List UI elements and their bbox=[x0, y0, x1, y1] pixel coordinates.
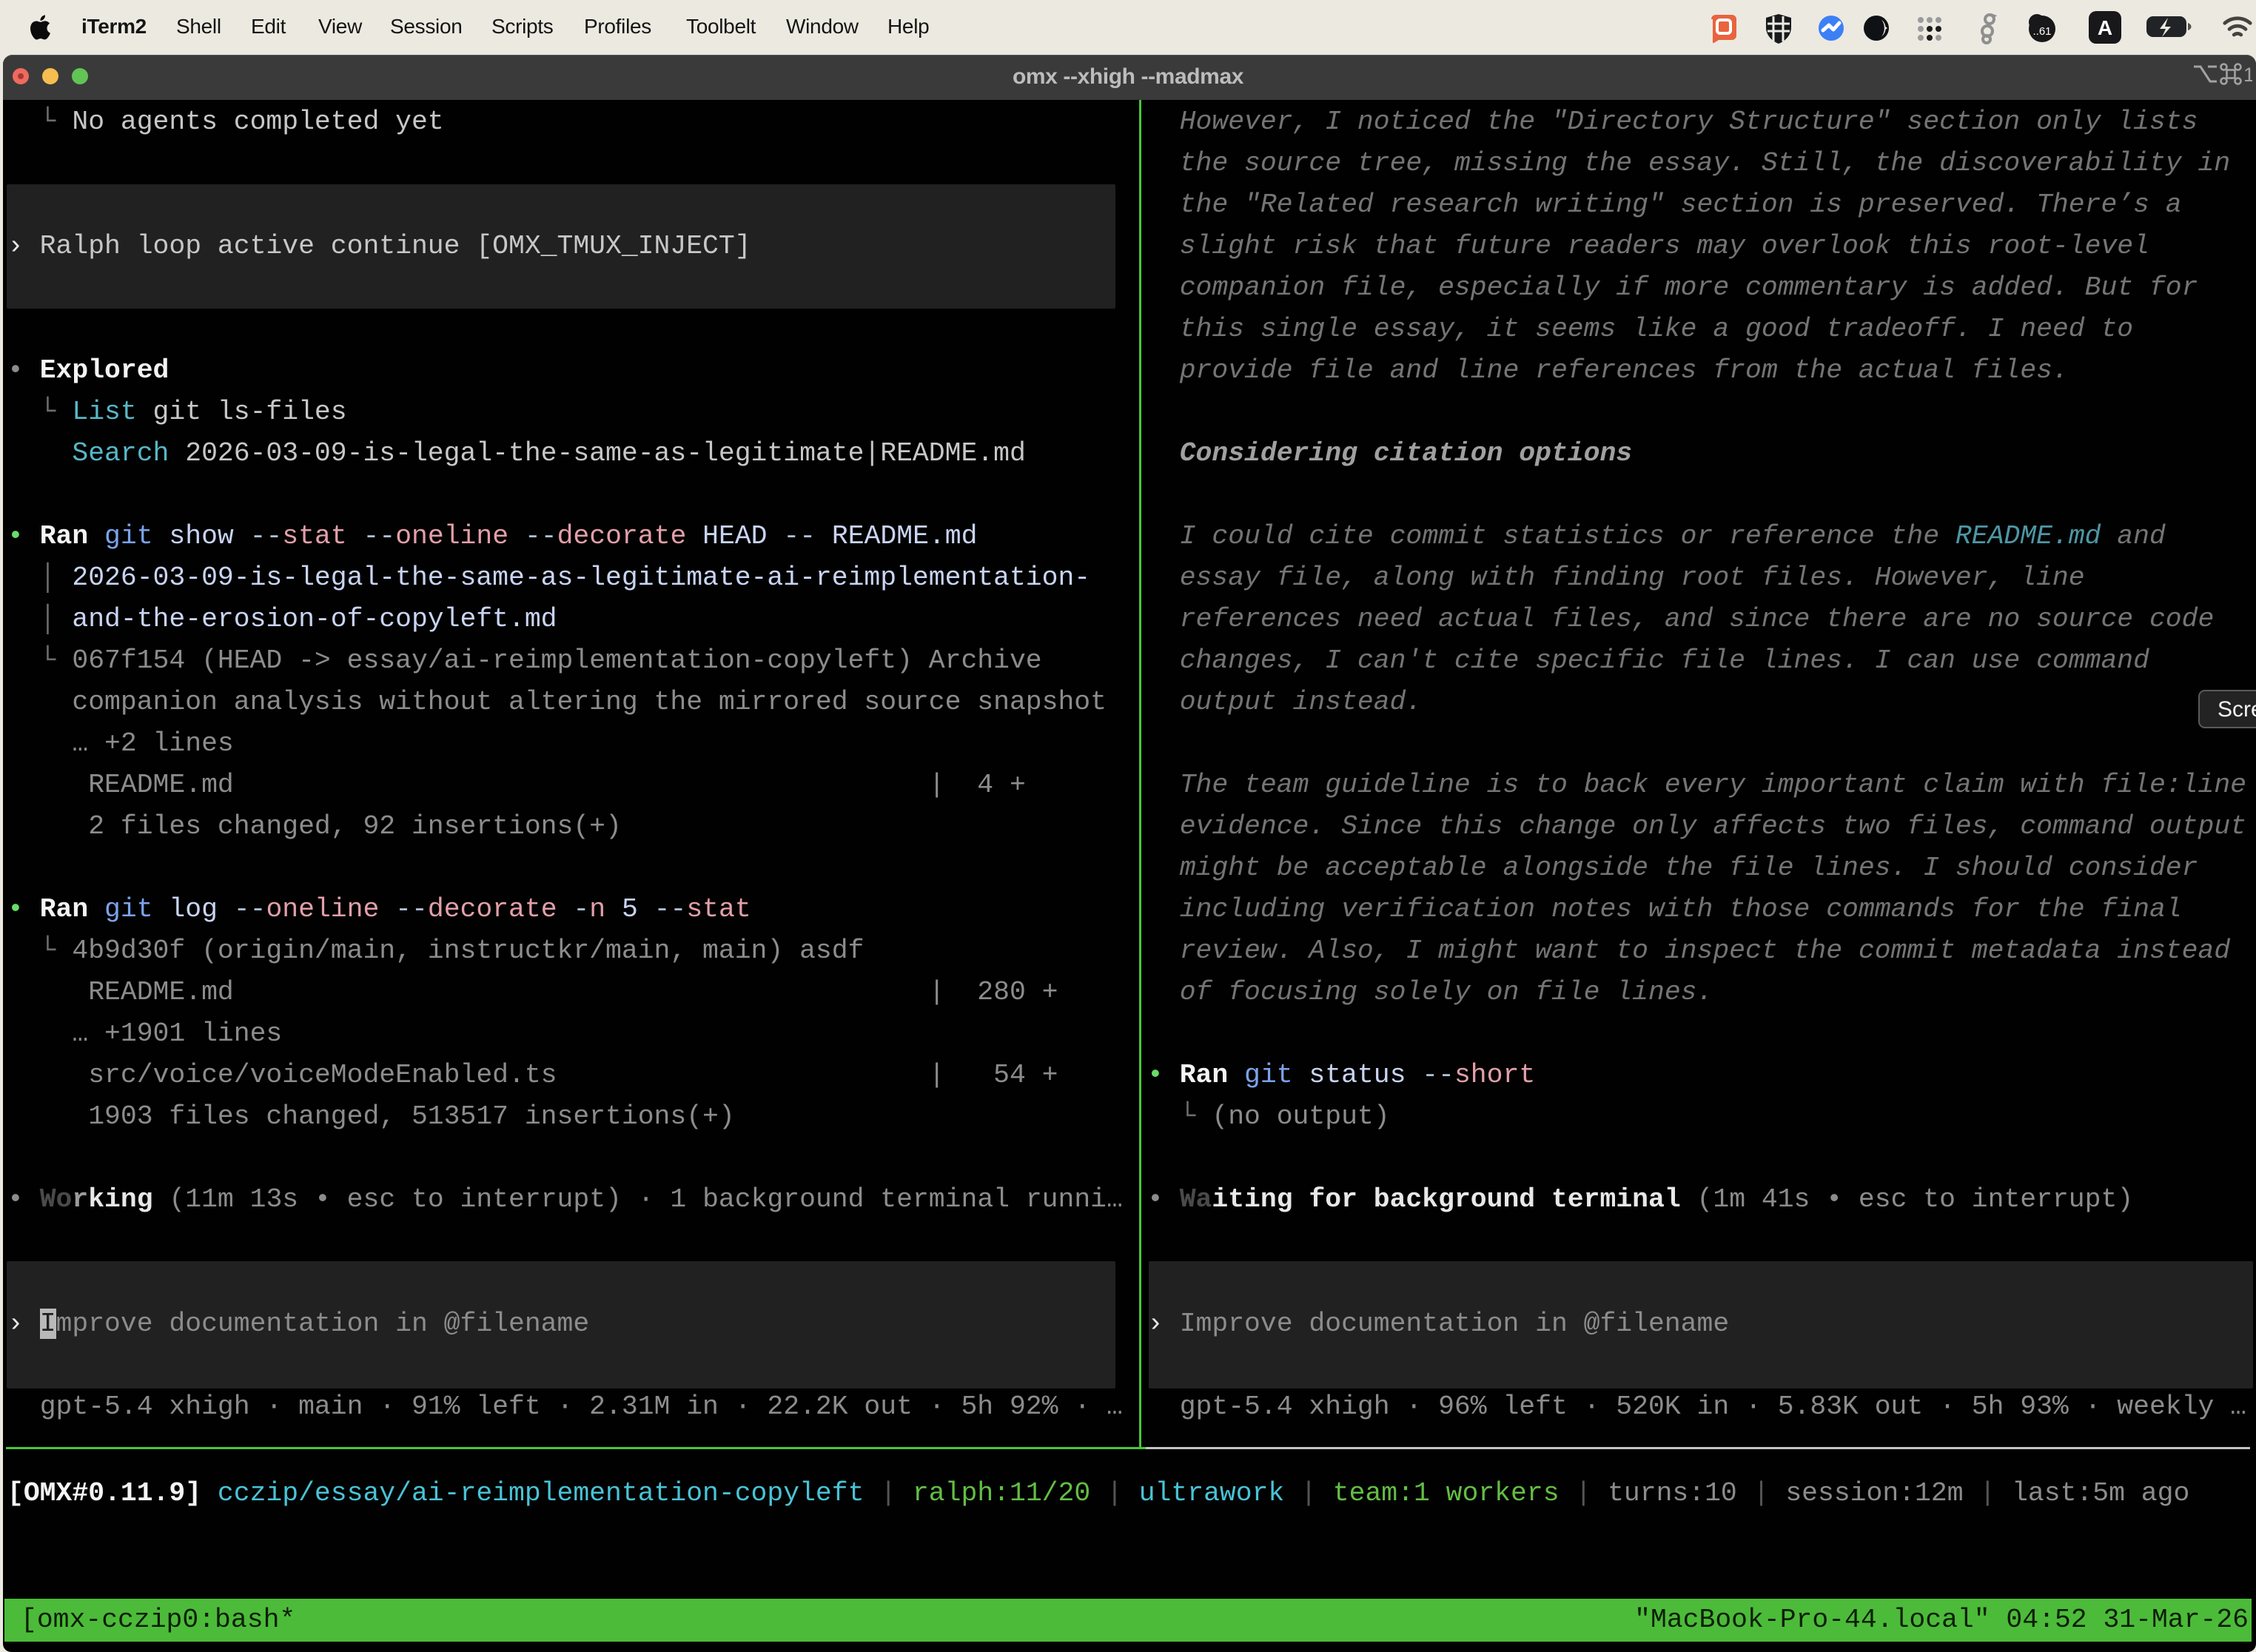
svg-text:A: A bbox=[2098, 16, 2112, 39]
svg-text:..61: ..61 bbox=[2032, 25, 2051, 38]
svg-text:1: 1 bbox=[2243, 64, 2252, 85]
